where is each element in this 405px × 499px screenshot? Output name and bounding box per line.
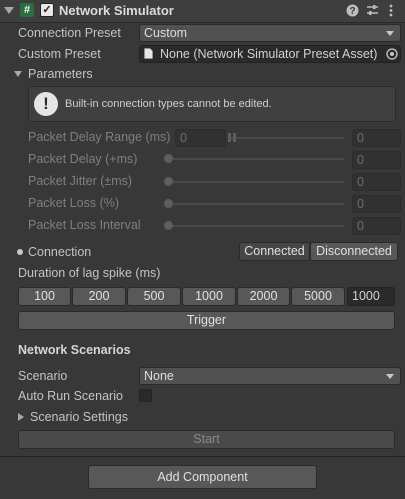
lag-spike-500-button[interactable]: 500 — [127, 287, 181, 306]
auto-run-scenario-checkbox[interactable] — [139, 389, 152, 402]
scenario-settings-foldout-arrow-icon[interactable] — [18, 413, 24, 421]
parameters-foldout-label[interactable]: Parameters — [28, 66, 93, 82]
packet-loss-interval-field: 0 — [352, 217, 401, 235]
chevron-down-icon — [386, 31, 394, 36]
add-component-button[interactable]: Add Component — [88, 465, 317, 489]
packet-loss-interval-label: Packet Loss Interval — [28, 218, 141, 232]
lag-spike-200-button[interactable]: 200 — [72, 287, 126, 306]
connected-toggle-button[interactable]: Connected — [239, 242, 310, 261]
packet-jitter-label: Packet Jitter (±ms) — [28, 174, 133, 188]
kebab-menu-icon[interactable] — [388, 4, 394, 17]
packet-delay-range-slider-track — [231, 137, 344, 139]
packet-jitter-slider-thumb — [164, 177, 173, 186]
svg-text:?: ? — [349, 6, 355, 17]
lag-spike-100-button[interactable]: 100 — [18, 287, 71, 306]
component-foldout-arrow-icon[interactable] — [4, 7, 14, 14]
scenario-label: Scenario — [18, 369, 68, 383]
connection-preset-dropdown[interactable]: Custom — [139, 24, 401, 42]
packet-loss-slider-track — [168, 203, 344, 205]
min-max-slider-left-handle — [228, 133, 231, 142]
scenario-settings-foldout-label[interactable]: Scenario Settings — [30, 409, 128, 425]
component-title: Network Simulator — [59, 3, 174, 18]
scenario-dropdown[interactable]: None — [139, 367, 401, 385]
packet-delay-range-max-field: 0 — [352, 129, 401, 147]
packet-jitter-field: 0 — [352, 173, 401, 191]
packet-delay-field: 0 — [352, 151, 401, 169]
auto-run-scenario-label: Auto Run Scenario — [18, 389, 123, 403]
packet-delay-range-label: Packet Delay Range (ms) — [28, 130, 171, 144]
packet-delay-label: Packet Delay (+ms) — [28, 152, 138, 166]
info-help-box: ! Built-in connection types cannot be ed… — [28, 86, 396, 122]
disconnected-toggle-button[interactable]: Disconnected — [310, 242, 398, 261]
chevron-down-icon — [386, 374, 394, 379]
lag-spike-duration-field[interactable]: 1000 — [347, 287, 395, 306]
inspector-divider — [0, 456, 405, 457]
connection-label: Connection — [28, 245, 92, 259]
component-enabled-checkbox[interactable]: ✓ — [40, 3, 54, 17]
lag-spike-label: Duration of lag spike (ms) — [18, 266, 161, 280]
network-scenarios-heading: Network Scenarios — [18, 343, 131, 357]
help-box-text: Built-in connection types cannot be edit… — [65, 98, 272, 110]
lag-spike-5000-button[interactable]: 5000 — [291, 287, 345, 306]
asset-file-icon — [144, 48, 153, 59]
parameters-foldout-arrow-icon[interactable] — [14, 71, 22, 77]
packet-loss-field: 0 — [352, 195, 401, 213]
start-button[interactable]: Start — [18, 430, 395, 449]
connection-preset-label: Connection Preset — [18, 26, 121, 40]
warning-icon: ! — [34, 92, 58, 116]
preset-icon[interactable] — [366, 4, 379, 17]
trigger-button[interactable]: Trigger — [18, 311, 395, 330]
packet-delay-slider-track — [168, 158, 344, 160]
packet-loss-interval-slider-track — [168, 225, 344, 227]
scenario-value: None — [144, 369, 174, 383]
packet-delay-slider-thumb — [164, 154, 173, 163]
custom-preset-object-field[interactable]: None (Network Simulator Preset Asset) — [139, 45, 401, 63]
lag-spike-2000-button[interactable]: 2000 — [237, 287, 290, 306]
packet-delay-range-min-field: 0 — [175, 129, 226, 147]
custom-preset-value: None (Network Simulator Preset Asset) — [160, 47, 378, 61]
help-icon[interactable]: ? — [346, 4, 359, 17]
lag-spike-1000-button[interactable]: 1000 — [182, 287, 236, 306]
min-max-slider-right-handle — [233, 133, 236, 142]
packet-loss-label: Packet Loss (%) — [28, 196, 120, 210]
packet-jitter-slider-track — [168, 181, 344, 183]
connection-preset-value: Custom — [144, 26, 188, 40]
packet-loss-slider-thumb — [164, 199, 173, 208]
custom-preset-label: Custom Preset — [18, 47, 101, 61]
script-icon: # — [20, 3, 34, 17]
connection-bullet-icon — [17, 249, 23, 255]
object-picker-icon[interactable] — [386, 48, 398, 60]
packet-loss-interval-slider-thumb — [164, 221, 173, 230]
